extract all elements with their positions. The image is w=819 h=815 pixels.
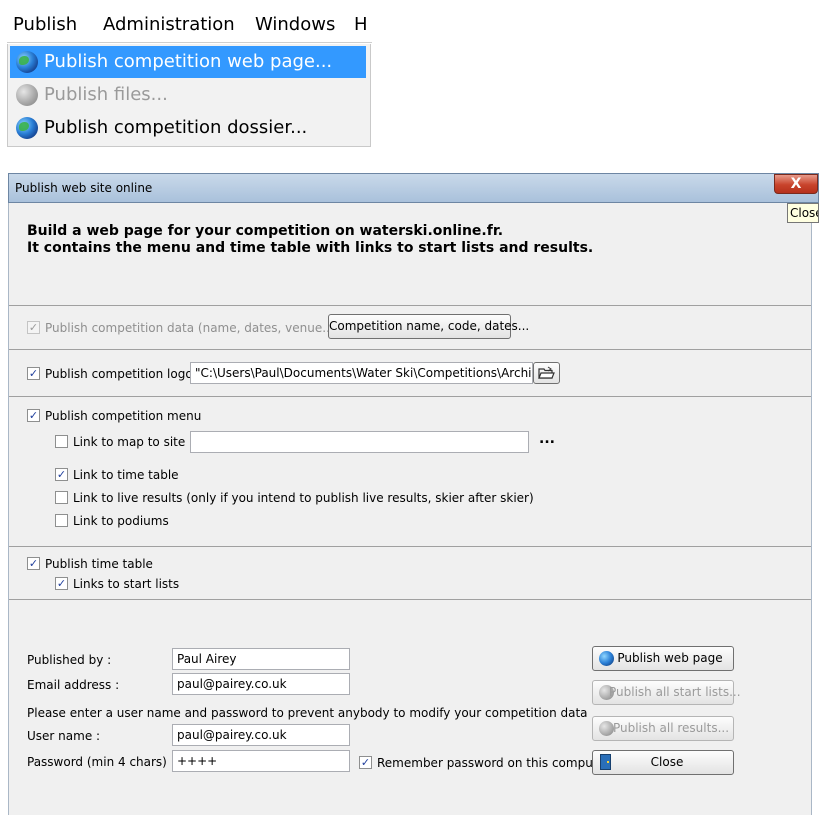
logo-path-field[interactable]: "C:\Users\Paul\Documents\Water Ski\Compe… (190, 362, 533, 384)
link-live-results-checkbox[interactable] (55, 491, 68, 504)
menu-item-publish-dossier[interactable]: Publish competition dossier... (10, 112, 366, 144)
competition-data-section: ✓ Publish competition data (name, dates,… (9, 306, 811, 350)
publish-web-page-button[interactable]: Publish web page (592, 646, 734, 671)
links-start-lists-checkbox[interactable]: ✓ (55, 577, 68, 590)
menu-section: ✓ Publish competition menu Link to map t… (9, 397, 811, 547)
published-by-label: Published by : (27, 653, 112, 667)
menu-administration[interactable]: Administration (103, 14, 235, 36)
menu-item-publish-web-page[interactable]: Publish competition web page... (10, 46, 366, 78)
link-timetable-label: Link to time table (73, 468, 179, 482)
publish-menu-checkbox[interactable]: ✓ (27, 409, 40, 422)
menu-bar: Publish Administration Windows H (7, 8, 372, 43)
password-label: Password (min 4 chars) : (27, 755, 175, 769)
close-button-label: Close (650, 755, 684, 769)
globe-icon (16, 117, 38, 139)
header-line-2: It contains the menu and time table with… (27, 240, 594, 256)
close-window-button[interactable]: X (774, 174, 818, 194)
publish-logo-checkbox[interactable]: ✓ (27, 367, 40, 380)
publish-results-button[interactable]: Publish all results... (592, 716, 734, 741)
dialog-client: Build a web page for your competition on… (8, 203, 812, 815)
menu-item-label: Publish competition dossier... (44, 117, 308, 138)
publish-dialog: Publish web site online X Build a web pa… (8, 173, 819, 815)
password-field[interactable]: ++++ (172, 750, 350, 772)
competition-name-button[interactable]: Competition name, code, dates... (328, 314, 530, 339)
link-podiums-label: Link to podiums (73, 514, 169, 528)
link-timetable-checkbox[interactable]: ✓ (55, 468, 68, 481)
email-field[interactable]: paul@pairey.co.uk (172, 673, 350, 695)
publish-dropdown: Publish competition web page... Publish … (7, 44, 371, 147)
globe-icon (16, 51, 38, 73)
publish-logo-label: Publish competition logo : (45, 367, 201, 381)
publish-timetable-checkbox[interactable]: ✓ (27, 557, 40, 570)
menu-publish[interactable]: Publish (13, 14, 77, 36)
window-title: Publish web site online (15, 181, 153, 195)
close-tooltip: Close (787, 203, 819, 223)
globe-icon-grey (16, 84, 38, 106)
publish-start-lists-label: Publish all start lists... (609, 685, 741, 699)
publish-timetable-label: Publish time table (45, 557, 153, 571)
remember-password-checkbox[interactable]: ✓ (359, 756, 372, 769)
folder-open-icon (538, 366, 555, 379)
close-button[interactable]: Close (592, 750, 734, 775)
credentials-info-text: Please enter a user name and password to… (27, 706, 588, 720)
title-bar[interactable]: Publish web site online X (8, 173, 819, 203)
publish-form-section: Published by : Paul Airey Email address … (9, 600, 811, 815)
publish-results-label: Publish all results... (612, 721, 730, 735)
menu-item-label: Publish files... (44, 84, 168, 105)
publish-menu-label: Publish competition menu (45, 409, 202, 423)
link-map-checkbox[interactable] (55, 435, 68, 448)
map-url-field[interactable] (190, 431, 529, 453)
remember-password-label: Remember password on this computer (377, 756, 610, 770)
menu-item-label: Publish competition web page... (44, 51, 333, 72)
link-live-results-label: Link to live results (only if you intend… (73, 491, 534, 505)
links-start-lists-label: Links to start lists (73, 577, 180, 591)
competition-name-button-label: Competition name, code, dates... (329, 319, 530, 333)
map-more-button[interactable]: ... (539, 431, 555, 447)
publish-data-checkbox[interactable]: ✓ (27, 321, 40, 334)
link-map-label: Link to map to site : (73, 435, 194, 449)
timetable-section: ✓ Publish time table ✓ Links to start li… (9, 547, 811, 600)
header-line-1: Build a web page for your competition on… (27, 223, 504, 239)
header-section: Build a web page for your competition on… (9, 203, 811, 306)
menu-snippet: Publish Administration Windows H Publish… (7, 8, 372, 148)
username-label: User name : (27, 729, 101, 743)
publish-start-lists-button[interactable]: Publish all start lists... (592, 680, 741, 705)
menu-item-publish-files[interactable]: Publish files... (10, 79, 366, 111)
browse-logo-button[interactable] (533, 362, 560, 384)
link-podiums-checkbox[interactable] (55, 514, 68, 527)
menu-help[interactable]: H (354, 14, 368, 36)
menu-windows[interactable]: Windows (255, 14, 335, 36)
username-field[interactable]: paul@pairey.co.uk (172, 724, 350, 746)
publish-data-label: Publish competition data (name, dates, v… (45, 321, 339, 335)
publish-web-page-label: Publish web page (617, 651, 723, 665)
email-label: Email address : (27, 678, 120, 692)
published-by-field[interactable]: Paul Airey (172, 648, 350, 670)
logo-section: ✓ Publish competition logo : "C:\Users\P… (9, 350, 811, 397)
